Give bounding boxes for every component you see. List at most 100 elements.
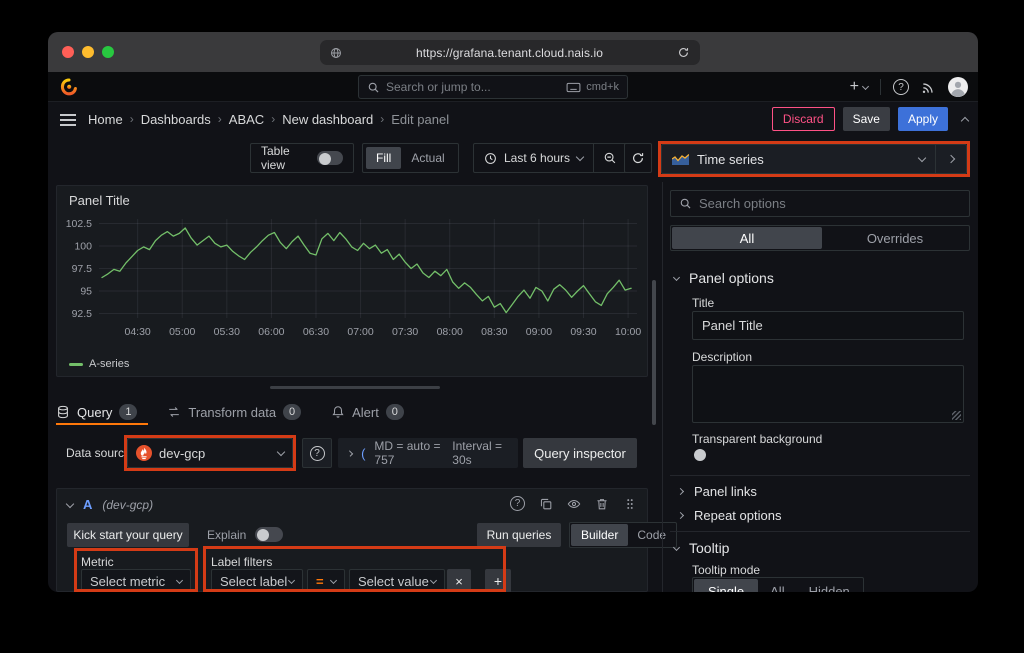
svg-text:05:00: 05:00	[169, 326, 195, 338]
label-placeholder: Select label	[220, 574, 287, 589]
apply-button[interactable]: Apply	[898, 107, 948, 131]
tab-all[interactable]: All	[672, 227, 822, 249]
zoom-out-button[interactable]	[594, 151, 626, 165]
legend-swatch	[69, 363, 83, 366]
svg-text:100: 100	[74, 241, 92, 253]
tab-query[interactable]: Query 1	[56, 404, 137, 420]
delete-query-icon[interactable]	[595, 497, 609, 511]
repeat-options-section-header[interactable]: Repeat options	[678, 508, 781, 523]
add-menu-button[interactable]: +	[850, 79, 868, 95]
datasource-help-button[interactable]: ?	[302, 438, 332, 468]
breadcrumb-abac[interactable]: ABAC	[229, 112, 264, 127]
save-button[interactable]: Save	[843, 107, 890, 131]
search-icon	[367, 81, 380, 94]
svg-text:92.5: 92.5	[72, 308, 93, 320]
drag-handle-icon[interactable]	[623, 497, 637, 511]
interval: Interval = 30s	[452, 439, 508, 467]
breadcrumb-new-dashboard[interactable]: New dashboard	[282, 112, 373, 127]
visualization-select[interactable]: Time series	[662, 152, 935, 167]
tooltip-single-option[interactable]: Single	[694, 579, 758, 592]
chevron-right-icon	[347, 450, 353, 456]
main-scrollbar[interactable]	[652, 280, 656, 425]
hide-query-icon[interactable]	[567, 497, 581, 511]
news-icon[interactable]	[921, 80, 936, 95]
reload-icon[interactable]	[677, 46, 690, 59]
datasource-picker[interactable]: dev-gcp	[127, 438, 293, 468]
query-editor-card: A (dev-gcp) ?	[56, 488, 648, 592]
zoom-window-button[interactable]	[102, 46, 114, 58]
tooltip-mode-label: Tooltip mode	[692, 563, 760, 577]
operator-value: =	[316, 574, 324, 589]
chevron-down-icon	[673, 543, 680, 550]
options-tabs: All Overrides	[670, 225, 970, 251]
time-range-control: Last 6 hours	[473, 143, 627, 173]
chevron-down-icon	[277, 448, 285, 456]
description-field-label: Description	[692, 350, 752, 364]
query-options-summary[interactable]: ( MD = auto = 757 Interval = 30s	[338, 438, 518, 468]
discard-button[interactable]: Discard	[772, 107, 835, 131]
close-window-button[interactable]	[62, 46, 74, 58]
address-bar[interactable]: https://grafana.tenant.cloud.nais.io	[320, 40, 700, 65]
metric-placeholder: Select metric	[90, 574, 165, 589]
refresh-button[interactable]	[624, 143, 652, 173]
panel-title[interactable]: Panel Title	[69, 193, 130, 208]
menu-toggle-icon[interactable]	[60, 111, 76, 129]
global-search[interactable]: Search or jump to... cmd+k	[358, 75, 628, 99]
visualization-label: Time series	[697, 152, 911, 167]
remove-filter-button[interactable]: ×	[447, 569, 471, 592]
resize-corner-icon[interactable]	[952, 411, 961, 420]
duplicate-query-icon[interactable]	[539, 497, 553, 511]
timeseries-viz-icon	[672, 153, 689, 165]
panel-options-section-header[interactable]: Panel options	[674, 270, 774, 286]
tooltip-hidden-option[interactable]: Hidden	[797, 584, 862, 593]
minimize-window-button[interactable]	[82, 46, 94, 58]
time-range-picker[interactable]: Last 6 hours	[474, 151, 593, 165]
query-inspector-button[interactable]: Query inspector	[523, 438, 637, 468]
actual-option[interactable]: Actual	[401, 151, 454, 165]
breadcrumb-dashboards[interactable]: Dashboards	[141, 112, 211, 127]
query-help-icon[interactable]: ?	[510, 496, 525, 511]
kick-start-query-button[interactable]: Kick start your query	[67, 523, 189, 547]
chevron-down-icon	[673, 273, 680, 280]
query-count-badge: 1	[119, 404, 137, 420]
panel-links-section-header[interactable]: Panel links	[678, 484, 757, 499]
label-filter-operator-select[interactable]: =	[307, 569, 345, 592]
builder-option[interactable]: Builder	[571, 524, 628, 546]
code-option[interactable]: Code	[628, 528, 675, 542]
tooltip-section-header[interactable]: Tooltip	[674, 540, 729, 556]
table-view-label: Table view	[261, 144, 317, 172]
tab-alert[interactable]: Alert 0	[331, 404, 404, 420]
tab-transform[interactable]: Transform data 0	[167, 404, 301, 420]
help-button[interactable]: ?	[893, 79, 909, 95]
breadcrumb-separator: ›	[380, 112, 384, 126]
explain-toggle[interactable]	[255, 527, 283, 542]
user-avatar[interactable]	[948, 77, 968, 97]
svg-text:06:30: 06:30	[303, 326, 329, 338]
label-filter-name-select[interactable]: Select label	[211, 569, 303, 592]
query-ref[interactable]: A	[83, 497, 92, 512]
title-field-label: Title	[692, 296, 714, 310]
collapse-header-icon[interactable]	[961, 116, 969, 124]
metric-select[interactable]: Select metric	[81, 569, 191, 592]
label-filter-value-select[interactable]: Select value	[349, 569, 445, 592]
fill-option[interactable]: Fill	[366, 147, 401, 169]
explain-label: Explain	[207, 528, 246, 542]
pane-resize-handle[interactable]	[270, 386, 440, 389]
clock-icon	[484, 152, 497, 165]
toggle-viz-pane-button[interactable]	[936, 156, 966, 162]
collapse-query-icon[interactable]	[66, 499, 74, 507]
breadcrumb-home[interactable]: Home	[88, 112, 123, 127]
options-search[interactable]: Search options	[670, 190, 970, 217]
grafana-logo[interactable]	[60, 78, 78, 96]
title-field-input[interactable]	[692, 311, 964, 340]
tab-overrides[interactable]: Overrides	[822, 231, 968, 246]
options-search-placeholder: Search options	[699, 196, 786, 211]
run-queries-button[interactable]: Run queries	[477, 523, 561, 547]
description-field-textarea[interactable]	[692, 365, 964, 423]
panel-options-title: Panel options	[689, 270, 774, 286]
chart-legend[interactable]: A-series	[69, 358, 129, 370]
globe-icon	[330, 47, 342, 59]
table-view-toggle[interactable]	[317, 151, 343, 165]
tooltip-all-option[interactable]: All	[758, 584, 796, 593]
add-filter-button[interactable]: +	[485, 569, 511, 592]
